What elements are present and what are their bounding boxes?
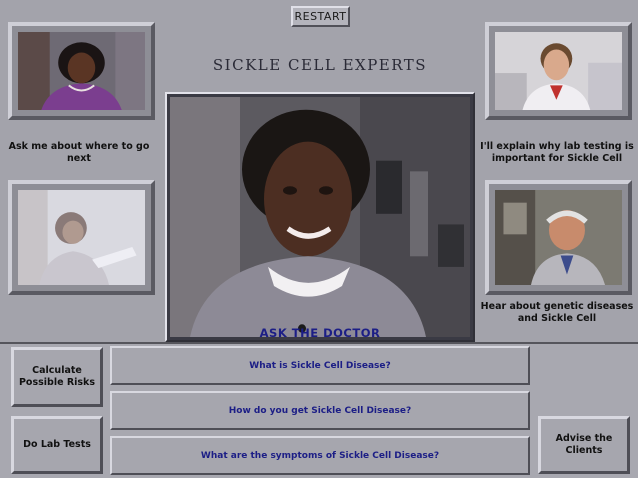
expert-guide-portrait[interactable] xyxy=(8,22,155,120)
main-video-frame[interactable] xyxy=(165,92,475,342)
doctor-video xyxy=(170,97,470,337)
expert-faded-portrait[interactable] xyxy=(8,180,155,295)
expert-guide-image xyxy=(18,32,145,110)
expert-lab-caption: I'll explain why lab testing is importan… xyxy=(480,141,634,164)
restart-button[interactable]: RESTART xyxy=(291,6,350,27)
ask-the-doctor-label: ASK THE DOCTOR xyxy=(259,326,381,340)
expert-genetics-image xyxy=(495,190,622,285)
expert-guide-caption: Ask me about where to go next xyxy=(8,141,150,164)
expert-faded-image xyxy=(18,190,145,285)
do-lab-tests-button[interactable]: Do Lab Tests xyxy=(11,416,103,474)
question-button-how-get[interactable]: How do you get Sickle Cell Disease? xyxy=(110,391,530,430)
question-button-what-is[interactable]: What is Sickle Cell Disease? xyxy=(110,346,530,385)
expert-lab-portrait[interactable] xyxy=(485,22,632,120)
expert-genetics-portrait[interactable] xyxy=(485,180,632,295)
expert-lab-image xyxy=(495,32,622,110)
advise-clients-button[interactable]: Advise the Clients xyxy=(538,416,630,474)
question-button-symptoms[interactable]: What are the symptoms of Sickle Cell Dis… xyxy=(110,436,530,475)
expert-genetics-caption: Hear about genetic diseases and Sickle C… xyxy=(480,301,634,324)
page-title: SICKLE CELL EXPERTS xyxy=(212,56,428,74)
calculate-risks-button[interactable]: Calculate Possible Risks xyxy=(11,347,103,407)
